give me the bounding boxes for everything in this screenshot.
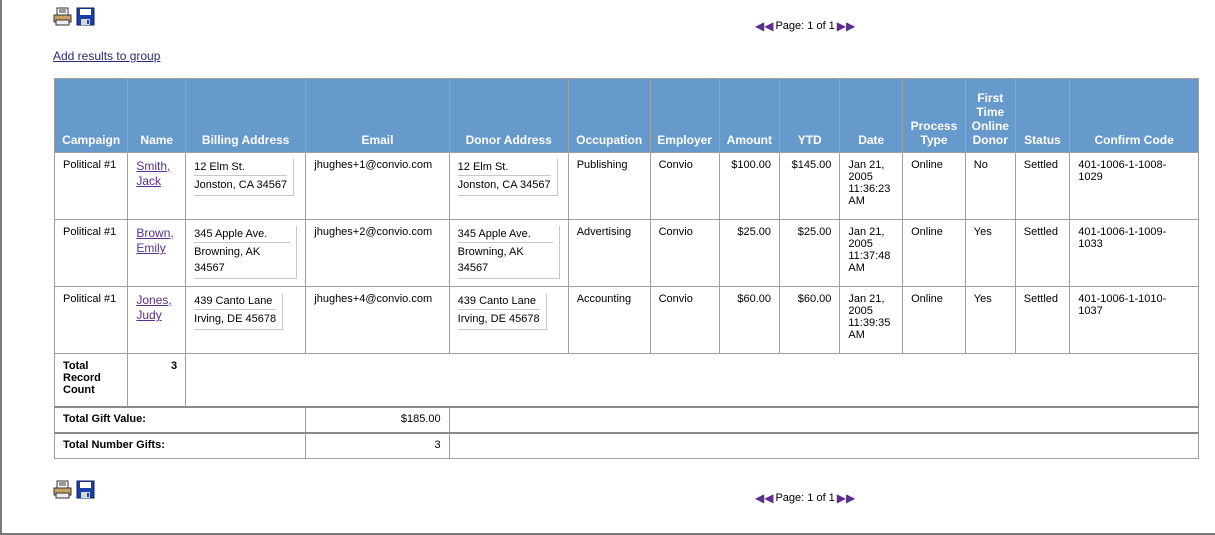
top-pager: ◀◀ Page: 1 of 1 ▶▶ (755, 20, 855, 32)
cell-billing-address: 439 Canto Lane Irving, DE 45678 (185, 286, 307, 354)
cell-employer: Convio (649, 219, 720, 287)
cell-campaign: Political #1 (53, 152, 129, 220)
col-amount[interactable]: Amount (718, 78, 781, 153)
donor-name-link[interactable]: Smith, Jack (136, 159, 170, 188)
col-name[interactable]: Name (127, 78, 187, 153)
total-record-count-label: Total Record Count (53, 353, 129, 408)
col-email[interactable]: Email (305, 78, 450, 153)
cell-process-type: Online (902, 219, 966, 287)
cell-occupation: Accounting (567, 286, 651, 354)
table-row: Political #1 Smith, Jack 12 Elm St. Jonsto… (53, 152, 1199, 220)
floppy-disk-icon[interactable] (76, 7, 95, 26)
cell-billing-address: 12 Elm St. Jonston, CA 34567 (185, 152, 307, 220)
cell-billing-address: 345 Apple Ave. Browning, AK 34567 (185, 219, 307, 287)
cell-campaign: Political #1 (53, 286, 129, 354)
cell-confirm-code: 401-1006-1-1009-1033 (1069, 219, 1199, 287)
cell-ytd: $60.00 (779, 286, 841, 354)
cell-occupation: Publishing (567, 152, 651, 220)
cell-date: Jan 21, 2005 11:36:23 AM (839, 152, 904, 220)
cell-process-type: Online (902, 286, 966, 354)
cell-ytd: $145.00 (779, 152, 841, 220)
total-gift-value-row: Total Gift Value: $185.00 (53, 406, 1200, 434)
cell-amount: $60.00 (718, 286, 781, 354)
cell-donor-address: 439 Canto Lane Irving, DE 45678 (448, 286, 569, 354)
cell-employer: Convio (649, 152, 720, 220)
first-page-icon[interactable]: ◀◀ (755, 20, 773, 32)
table-header-row: Campaign Name Billing Address Email Dono… (53, 78, 1199, 153)
col-status[interactable]: Status (1014, 78, 1071, 153)
col-ytd[interactable]: YTD (779, 78, 841, 153)
cell-amount: $25.00 (718, 219, 781, 287)
cell-date: Jan 21, 2005 11:39:35 AM (839, 286, 904, 354)
empty-cell (448, 432, 1200, 459)
bottom-pager: ◀◀ Page: 1 of 1 ▶▶ (755, 492, 855, 504)
first-page-icon[interactable]: ◀◀ (755, 492, 773, 504)
total-record-count-value: 3 (127, 353, 187, 408)
col-campaign[interactable]: Campaign (53, 78, 129, 153)
cell-employer: Convio (649, 286, 720, 354)
total-number-gifts: 3 (305, 432, 450, 459)
cell-donor-address: 12 Elm St. Jonston, CA 34567 (448, 152, 569, 220)
results-table: Campaign Name Billing Address Email Dono… (53, 78, 1200, 459)
cell-process-type: Online (902, 152, 966, 220)
page-indicator: Page: 1 of 1 (775, 492, 835, 504)
add-results-to-group-link[interactable]: Add results to group (53, 49, 160, 63)
total-number-gifts-row: Total Number Gifts: 3 (53, 432, 1200, 459)
col-donor-address[interactable]: Donor Address (448, 78, 569, 153)
cell-name: Jones, Judy (127, 286, 187, 354)
cell-status: Settled (1014, 286, 1071, 354)
cell-donor-address: 345 Apple Ave. Browning, AK 34567 (448, 219, 569, 287)
total-number-gifts-label: Total Number Gifts: (53, 432, 307, 459)
table-row: Political #1 Jones, Judy 439 Canto Lane Ir… (53, 286, 1199, 354)
cell-first-time: No (964, 152, 1016, 220)
cell-status: Settled (1014, 152, 1071, 220)
printer-icon[interactable] (53, 480, 72, 499)
top-toolbar (53, 7, 95, 26)
cell-email: jhughes+1@convio.com (305, 152, 450, 220)
col-occupation[interactable]: Occupation (567, 78, 651, 153)
col-confirm-code[interactable]: Confirm Code (1069, 78, 1199, 153)
cell-confirm-code: 401-1006-1-1008-1029 (1069, 152, 1199, 220)
total-gift-value: $185.00 (305, 406, 450, 434)
printer-icon[interactable] (53, 7, 72, 26)
cell-status: Settled (1014, 219, 1071, 287)
empty-cell (185, 353, 1199, 407)
col-date[interactable]: Date (839, 78, 904, 153)
last-page-icon[interactable]: ▶▶ (837, 20, 855, 32)
cell-email: jhughes+4@convio.com (305, 286, 450, 354)
cell-first-time: Yes (964, 286, 1016, 354)
cell-confirm-code: 401-1006-1-1010-1037 (1069, 286, 1199, 354)
cell-ytd: $25.00 (779, 219, 841, 287)
cell-amount: $100.00 (718, 152, 781, 220)
empty-cell (448, 406, 1200, 434)
cell-campaign: Political #1 (53, 219, 129, 287)
donor-name-link[interactable]: Brown, Emily (136, 226, 173, 255)
cell-first-time: Yes (964, 219, 1016, 287)
col-billing-address[interactable]: Billing Address (185, 78, 307, 153)
floppy-disk-icon[interactable] (76, 480, 95, 499)
col-first-time-online-donor[interactable]: First Time Online Donor (964, 78, 1016, 153)
col-employer[interactable]: Employer (649, 78, 720, 153)
page-indicator: Page: 1 of 1 (775, 20, 835, 32)
donor-name-link[interactable]: Jones, Judy (136, 293, 171, 322)
cell-email: jhughes+2@convio.com (305, 219, 450, 287)
col-process-type[interactable]: Process Type (902, 78, 966, 153)
cell-date: Jan 21, 2005 11:37:48 AM (839, 219, 904, 287)
cell-name: Brown, Emily (127, 219, 187, 287)
last-page-icon[interactable]: ▶▶ (837, 492, 855, 504)
cell-occupation: Advertising (567, 219, 651, 287)
bottom-toolbar (53, 480, 95, 499)
total-record-count-row: Total Record Count 3 (53, 353, 1199, 408)
table-row: Political #1 Brown, Emily 345 Apple Ave. B… (53, 219, 1199, 287)
cell-name: Smith, Jack (127, 152, 187, 220)
total-gift-value-label: Total Gift Value: (53, 406, 307, 434)
